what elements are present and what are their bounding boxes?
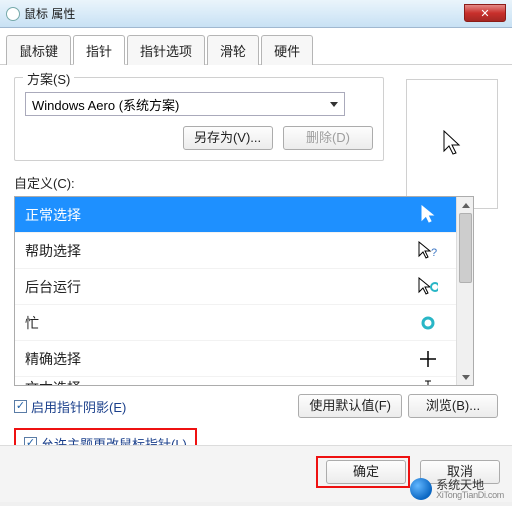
list-item[interactable]: 帮助选择 ? (15, 233, 456, 269)
ibeam-icon (418, 380, 438, 385)
tab-wheel[interactable]: 滑轮 (207, 35, 259, 65)
scrollbar[interactable] (456, 197, 473, 385)
list-item-label: 忙 (25, 313, 39, 333)
list-item[interactable]: 正常选择 (15, 197, 456, 233)
scheme-group-label: 方案(S) (23, 69, 74, 88)
titlebar: 鼠标 属性 ✕ (0, 0, 512, 28)
list-item[interactable]: 后台运行 (15, 269, 456, 305)
tab-content: 方案(S) Windows Aero (系统方案) 另存为(V)... 删除(D… (0, 65, 512, 469)
watermark-logo-icon (410, 478, 432, 500)
arrow-busy-icon (418, 277, 438, 297)
watermark: 系统天地 XiTongTianDi.com (410, 478, 504, 500)
highlight-box: 确定 (316, 456, 410, 488)
scheme-dropdown[interactable]: Windows Aero (系统方案) (25, 92, 345, 116)
list-item-label: 后台运行 (25, 277, 81, 297)
scheme-group: 方案(S) Windows Aero (系统方案) 另存为(V)... 删除(D… (14, 77, 384, 161)
watermark-text-cn: 系统天地 (436, 479, 504, 491)
shadow-checkbox-label: 启用指针阴影(E) (31, 397, 126, 416)
use-default-button[interactable]: 使用默认值(F) (298, 394, 402, 418)
list-item-label: 文本选择 (25, 378, 81, 385)
busy-ring-icon (418, 315, 438, 331)
checkbox-icon: ✓ (14, 400, 27, 413)
svg-text:?: ? (431, 247, 437, 259)
ok-button[interactable]: 确定 (326, 460, 406, 484)
scheme-selected-text: Windows Aero (系统方案) (32, 95, 179, 114)
list-item-label: 帮助选择 (25, 241, 81, 261)
browse-button[interactable]: 浏览(B)... (408, 394, 498, 418)
arrow-icon (418, 205, 438, 225)
cursor-preview (406, 79, 498, 209)
list-item[interactable]: 文本选择 (15, 377, 456, 385)
tab-pointers[interactable]: 指针 (73, 35, 125, 65)
arrow-icon (442, 130, 462, 158)
scroll-thumb[interactable] (459, 213, 472, 283)
cursor-listbox[interactable]: 正常选择 帮助选择 ? 后台运行 (14, 196, 474, 386)
chevron-down-icon (330, 102, 338, 107)
list-item-label: 精确选择 (25, 349, 81, 369)
save-as-button[interactable]: 另存为(V)... (183, 126, 273, 150)
list-item[interactable]: 精确选择 (15, 341, 456, 377)
delete-button: 删除(D) (283, 126, 373, 150)
app-icon (6, 7, 20, 21)
shadow-checkbox[interactable]: ✓ 启用指针阴影(E) (14, 397, 126, 416)
tab-pointer-options[interactable]: 指针选项 (127, 35, 205, 65)
list-item[interactable]: 忙 (15, 305, 456, 341)
crosshair-icon (418, 350, 438, 368)
tab-mouse-buttons[interactable]: 鼠标键 (6, 35, 71, 65)
arrow-help-icon: ? (418, 241, 438, 261)
scroll-down-button[interactable] (457, 369, 474, 385)
scroll-up-button[interactable] (457, 197, 474, 213)
close-button[interactable]: ✕ (464, 4, 506, 22)
list-item-label: 正常选择 (25, 205, 81, 225)
tab-strip: 鼠标键 指针 指针选项 滑轮 硬件 (0, 28, 512, 65)
tab-hardware[interactable]: 硬件 (261, 35, 313, 65)
watermark-text-en: XiTongTianDi.com (436, 491, 504, 500)
window-title: 鼠标 属性 (24, 5, 75, 22)
